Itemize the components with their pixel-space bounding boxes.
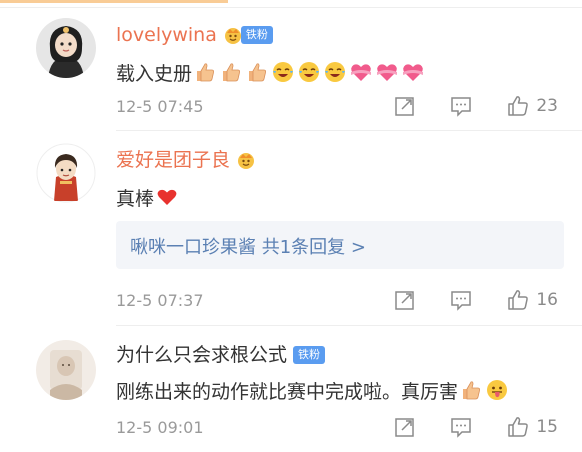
like-icon [508, 290, 529, 310]
red-heart-icon [154, 184, 180, 210]
like-icon [508, 417, 529, 437]
repost-icon[interactable] [394, 289, 416, 311]
thumbs-up-icon [244, 59, 270, 85]
comment-icon[interactable] [450, 416, 472, 438]
comment-time: 12-5 07:45 [116, 96, 204, 116]
like-icon [508, 96, 529, 116]
thumbs-up-icon [192, 59, 218, 85]
avatar[interactable] [36, 340, 96, 400]
username[interactable]: 为什么只会求根公式 [116, 342, 287, 368]
crying-laughing-icon [322, 59, 348, 85]
crown-icon [224, 28, 241, 44]
tongue-face-icon [484, 377, 510, 403]
comment-icon[interactable] [450, 95, 472, 117]
crown-icon [238, 153, 255, 169]
crying-laughing-icon [270, 59, 296, 85]
thumbs-up-icon [458, 377, 484, 403]
avatar[interactable] [36, 143, 96, 203]
comment-text: 刚练出来的动作就比赛中完成啦。真厉害 [116, 380, 459, 403]
crying-laughing-icon [296, 59, 322, 85]
repost-icon[interactable] [394, 95, 416, 117]
like-button[interactable]: 23 [506, 94, 558, 118]
repost-icon[interactable] [394, 416, 416, 438]
comment-1: lovelywina 铁粉 载入史册 12-5 07:45 23 [0, 0, 582, 130]
comment-text: 真棒 [116, 187, 155, 210]
fan-badge: 铁粉 [293, 346, 326, 364]
view-replies-link[interactable]: 啾咪一口珍果酱 共1条回复 > [130, 233, 366, 259]
username[interactable]: 爱好是团子良 [116, 147, 230, 173]
comment-2: 爱好是团子良 真棒 啾咪一口珍果酱 共1条回复 > 12-5 07:37 16 [0, 131, 582, 321]
avatar[interactable] [36, 18, 96, 78]
heart-ribbon-icon [348, 59, 374, 85]
like-count: 16 [536, 290, 558, 310]
reply-box[interactable]: 啾咪一口珍果酱 共1条回复 > [116, 221, 564, 269]
like-count: 15 [536, 417, 558, 437]
comment-time: 12-5 09:01 [116, 417, 204, 437]
like-button[interactable]: 15 [506, 415, 558, 439]
fan-badge: 铁粉 [240, 26, 273, 44]
heart-ribbon-icon [374, 59, 400, 85]
like-count: 23 [536, 96, 558, 116]
comment-icon[interactable] [450, 289, 472, 311]
username[interactable]: lovelywina [116, 22, 217, 48]
heart-ribbon-icon [400, 59, 426, 85]
comment-3: 为什么只会求根公式 铁粉 刚练出来的动作就比赛中完成啦。真厉害 12-5 09:… [0, 326, 582, 452]
like-button[interactable]: 16 [506, 288, 558, 312]
comment-time: 12-5 07:37 [116, 290, 204, 310]
thumbs-up-icon [218, 59, 244, 85]
comment-text: 载入史册 [116, 62, 193, 85]
